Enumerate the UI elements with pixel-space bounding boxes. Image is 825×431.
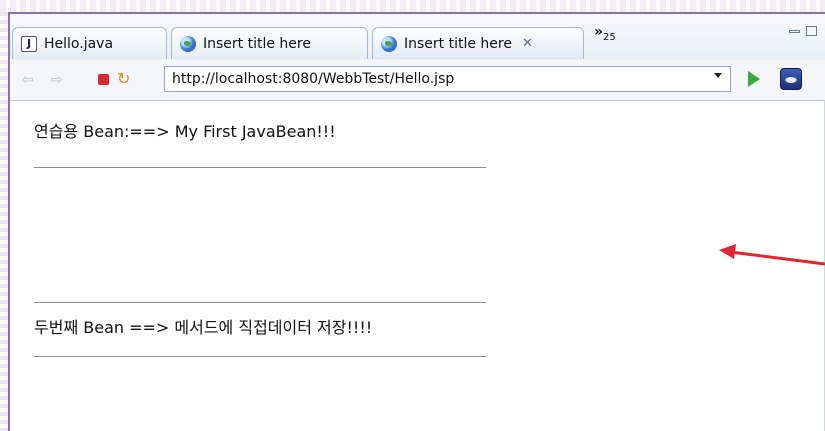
go-icon[interactable] — [748, 71, 760, 87]
horizontal-rule — [34, 302, 486, 303]
eclipse-browser-icon[interactable] — [780, 68, 802, 90]
horizontal-rule — [34, 356, 486, 357]
globe-icon — [180, 35, 196, 52]
refresh-icon[interactable]: ↻ — [117, 69, 130, 88]
editor-tab-strip: J Hello.java Insert title here Insert ti… — [10, 14, 825, 61]
tab-insert-title-1[interactable]: Insert title here — [171, 27, 368, 59]
java-file-icon: J — [21, 35, 37, 52]
minimize-icon[interactable] — [789, 30, 800, 33]
close-tab-icon[interactable]: ✕ — [522, 36, 533, 51]
bean-output-line-2: 두번째 Bean ==> 메서드에 직접데이터 저장!!!! — [34, 318, 373, 337]
maximize-icon[interactable] — [806, 26, 817, 36]
tab-overflow-button[interactable]: »25 — [594, 24, 616, 43]
page-content: 연습용 Bean:==> My First JavaBean!!! 두번째 Be… — [10, 101, 825, 431]
window-controls — [789, 26, 817, 36]
background-pattern — [0, 0, 825, 12]
browser-editor-window: J Hello.java Insert title here Insert ti… — [8, 12, 825, 431]
browser-toolbar: ⇦ ⇨ ↻ — [10, 60, 825, 101]
tab-label: Insert title here — [203, 35, 311, 52]
stop-icon[interactable] — [98, 74, 109, 85]
overflow-count: 25 — [603, 31, 616, 43]
overflow-chevron-icon: » — [594, 24, 604, 40]
tab-label: Hello.java — [44, 35, 114, 52]
globe-icon — [381, 35, 397, 52]
horizontal-rule — [34, 167, 486, 168]
url-dropdown-icon[interactable] — [714, 73, 722, 78]
tab-insert-title-active[interactable]: Insert title here ✕ — [372, 27, 584, 59]
bean-output-line-1: 연습용 Bean:==> My First JavaBean!!! — [34, 122, 336, 141]
tab-hello-java[interactable]: J Hello.java — [12, 27, 167, 59]
forward-arrow-icon[interactable]: ⇨ — [51, 72, 63, 88]
left-rail-pattern — [0, 12, 8, 431]
url-field[interactable] — [164, 66, 731, 92]
back-arrow-icon[interactable]: ⇦ — [22, 72, 34, 88]
tab-label: Insert title here — [404, 35, 512, 52]
